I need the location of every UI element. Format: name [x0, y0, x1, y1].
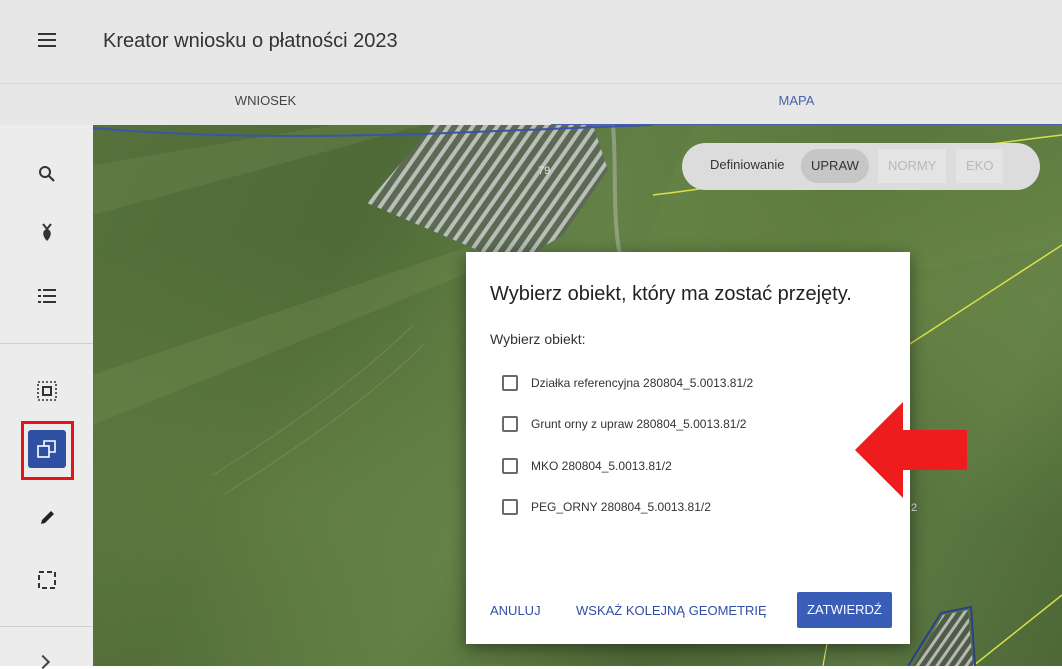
tab-bar: WNIOSEK MAPA — [0, 83, 1062, 126]
dialog-subtitle: Wybierz obiekt: — [490, 331, 586, 347]
mode-label: Definiowanie — [710, 157, 785, 172]
mode-eko-button[interactable]: EKO — [956, 149, 1004, 183]
select-object-icon[interactable] — [28, 372, 66, 410]
object-option-label: MKO 280804_5.0013.81/2 — [531, 459, 672, 473]
tab-mapa[interactable]: MAPA — [531, 84, 1062, 126]
mode-normy-button[interactable]: NORMY — [878, 149, 947, 183]
red-arrow-icon — [855, 402, 967, 498]
object-option-label: PEG_ORNY 280804_5.0013.81/2 — [531, 500, 711, 514]
object-option[interactable]: MKO 280804_5.0013.81/2 — [502, 455, 672, 477]
crop-plant-icon[interactable] — [28, 213, 66, 251]
confirm-button[interactable]: ZATWIERDŹ — [797, 592, 892, 628]
parcel-label: 79 — [538, 165, 551, 177]
object-checkbox[interactable] — [502, 458, 518, 474]
tab-wniosek[interactable]: WNIOSEK — [0, 84, 531, 126]
dialog-title: Wybierz obiekt, który ma zostać przejęty… — [490, 283, 852, 305]
chevron-right-icon[interactable] — [35, 654, 51, 669]
cancel-button[interactable]: ANULUJ — [490, 603, 541, 618]
object-option[interactable]: PEG_ORNY 280804_5.0013.81/2 — [502, 496, 711, 518]
pencil-edit-icon[interactable] — [28, 499, 66, 537]
mode-upraw-button[interactable]: UPRAW — [801, 149, 869, 183]
search-icon[interactable] — [28, 155, 66, 193]
map-toolbar — [0, 125, 93, 669]
toolbar-divider — [0, 343, 93, 344]
object-option-label: Grunt orny z upraw 280804_5.0013.81/2 — [531, 417, 747, 431]
app-title: Kreator wniosku o płatności 2023 — [103, 30, 398, 52]
draw-rectangle-icon[interactable] — [28, 561, 66, 599]
object-option-label: Działka referencyjna 280804_5.0013.81/2 — [531, 376, 754, 390]
striped-parcel[interactable] — [367, 125, 608, 265]
take-over-geometry-icon[interactable] — [28, 430, 66, 468]
object-option[interactable]: Grunt orny z upraw 280804_5.0013.81/2 — [502, 413, 746, 435]
next-geometry-button[interactable]: WSKAŻ KOLEJNĄ GEOMETRIĘ — [576, 603, 767, 618]
app-bar: Kreator wniosku o płatności 2023 — [0, 0, 1062, 83]
hamburger-menu-icon[interactable] — [38, 33, 56, 47]
object-option[interactable]: Działka referencyjna 280804_5.0013.81/2 — [502, 372, 753, 394]
object-checkbox[interactable] — [502, 416, 518, 432]
select-object-dialog: Wybierz obiekt, który ma zostać przejęty… — [466, 252, 910, 644]
object-checkbox[interactable] — [502, 499, 518, 515]
object-checkbox[interactable] — [502, 375, 518, 391]
list-icon[interactable] — [28, 277, 66, 315]
definition-mode-switch: Definiowanie UPRAW NORMY EKO — [682, 143, 1040, 190]
parcel-label: 2 — [911, 502, 918, 514]
toolbar-divider — [0, 626, 93, 627]
